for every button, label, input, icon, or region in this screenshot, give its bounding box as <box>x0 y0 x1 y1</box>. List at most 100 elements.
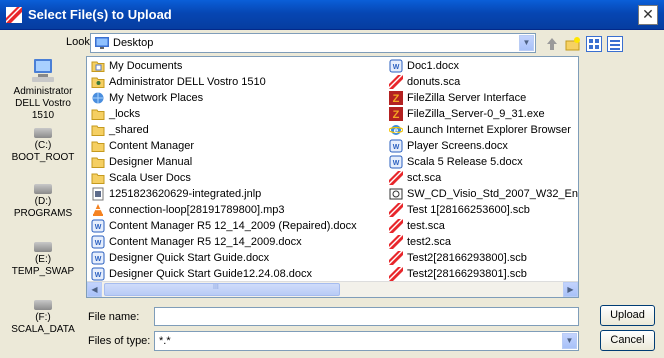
file-item[interactable]: Test 1[28166253600].scb <box>387 202 578 218</box>
file-item[interactable]: W Designer Quick Start Guide12.24.08.docx <box>89 266 383 282</box>
file-item[interactable]: W Content Manager R5 12_14_2009.docx <box>89 234 383 250</box>
look-in-dropdown[interactable]: Desktop ▼ <box>90 33 536 53</box>
disc-icon <box>389 187 403 201</box>
svg-text:W: W <box>393 160 400 167</box>
file-item[interactable]: test.sca <box>387 218 578 234</box>
drive-icon <box>34 242 52 252</box>
user-folder-icon <box>91 75 105 89</box>
place-label-line: Administrator <box>13 86 73 97</box>
folder-icon <box>91 139 105 153</box>
scala-logo-icon <box>6 7 22 23</box>
svg-text:e: e <box>394 126 399 135</box>
file-item[interactable]: Administrator DELL Vostro 1510 <box>89 74 383 90</box>
drive-icon <box>34 128 52 138</box>
scala-icon <box>389 75 403 89</box>
file-name-text: Test 1[28166253600].scb <box>407 204 530 216</box>
file-name-input[interactable] <box>154 307 579 326</box>
file-type-value: *.* <box>159 335 171 347</box>
file-name-text: My Network Places <box>109 92 204 104</box>
file-name-text: SW_CD_Visio_Std_2007_W32_English_1_P <box>407 188 579 200</box>
file-name-text: sct.sca <box>407 172 442 184</box>
file-name-text: Scala 5 Release 5.docx <box>407 156 523 168</box>
file-item[interactable]: Test2[28166293800].scb <box>387 250 578 266</box>
up-folder-icon[interactable] <box>544 36 560 52</box>
place-label-line: PROGRAMS <box>13 208 73 219</box>
file-item[interactable]: _shared <box>89 122 383 138</box>
look-in-value: Desktop <box>113 37 154 49</box>
jnlp-icon <box>91 187 105 201</box>
svg-text:W: W <box>393 144 400 151</box>
file-item[interactable]: Z FileZilla_Server-0_9_31.exe <box>387 106 578 122</box>
folder-icon <box>91 123 105 137</box>
file-item[interactable]: test2.sca <box>387 234 578 250</box>
file-item[interactable]: Content Manager <box>89 138 383 154</box>
file-item[interactable]: W Content Manager R5 12_14_2009 (Repaired… <box>89 218 383 234</box>
place-label-line: 1510 <box>31 110 55 121</box>
file-list[interactable]: My Documents Administrator DELL Vostro 15… <box>86 56 579 298</box>
word-icon: W <box>91 219 105 233</box>
word-icon: W <box>91 251 105 265</box>
file-name-text: Test2[28166293801].scb <box>407 268 527 280</box>
file-name-text: 1251823620629-integrated.jnlp <box>109 188 262 200</box>
file-item[interactable]: Z FileZilla Server Interface <box>387 90 578 106</box>
place-drive-d[interactable]: (D:) PROGRAMS <box>6 184 80 220</box>
place-drive-f[interactable]: (F:) SCALA_DATA <box>6 300 80 336</box>
place-computer[interactable]: Administrator DELL Vostro 1510 <box>6 58 80 122</box>
horizontal-scrollbar[interactable]: ◀ III ▶ <box>87 281 578 297</box>
scroll-thumb[interactable]: III <box>104 283 340 296</box>
file-item[interactable]: Designer Manual <box>89 154 383 170</box>
filezilla-icon: Z <box>389 107 403 121</box>
file-type-dropdown[interactable]: *.* ▼ <box>154 331 579 351</box>
list-view-icon[interactable] <box>586 36 603 52</box>
file-name-text: Content Manager R5 12_14_2009.docx <box>109 236 302 248</box>
svg-text:W: W <box>95 240 102 247</box>
svg-text:Z: Z <box>393 93 400 105</box>
file-item[interactable]: W Designer Quick Start Guide.docx <box>89 250 383 266</box>
file-name-text: connection-loop[28191789800].mp3 <box>109 204 285 216</box>
word-icon: W <box>389 59 403 73</box>
close-button[interactable]: ✕ <box>638 5 658 25</box>
file-item[interactable]: connection-loop[28191789800].mp3 <box>89 202 383 218</box>
scroll-right-button[interactable]: ▶ <box>563 282 578 297</box>
scroll-left-button[interactable]: ◀ <box>87 282 102 297</box>
file-name-text: Scala User Docs <box>109 172 191 184</box>
filezilla-icon: Z <box>389 91 403 105</box>
file-item[interactable]: _locks <box>89 106 383 122</box>
chevron-down-icon[interactable]: ▼ <box>562 333 577 349</box>
place-label-line: DELL Vostro <box>15 98 71 109</box>
new-folder-icon[interactable] <box>565 36 581 52</box>
computer-icon <box>32 59 54 82</box>
scala-icon <box>389 251 403 265</box>
file-item[interactable]: My Documents <box>89 58 383 74</box>
file-item[interactable]: W Doc1.docx <box>387 58 578 74</box>
file-item[interactable]: W Player Screens.docx <box>387 138 578 154</box>
file-item[interactable]: My Network Places <box>89 90 383 106</box>
file-item[interactable]: W Scala 5 Release 5.docx <box>387 154 578 170</box>
place-drive-c[interactable]: (C:) BOOT_ROOT <box>6 128 80 164</box>
drive-icon <box>34 300 52 310</box>
file-name-text: Doc1.docx <box>407 60 459 72</box>
upload-button[interactable]: Upload <box>600 305 655 326</box>
chevron-down-icon[interactable]: ▼ <box>519 35 534 51</box>
place-drive-e[interactable]: (E:) TEMP_SWAP <box>6 242 80 278</box>
network-icon <box>91 91 105 105</box>
svg-text:Z: Z <box>393 109 400 121</box>
file-name-text: Content Manager <box>109 140 194 152</box>
file-item[interactable]: SW_CD_Visio_Std_2007_W32_English_1_P <box>387 186 579 202</box>
folder-icon <box>91 107 105 121</box>
word-icon: W <box>91 267 105 281</box>
title-bar: Select File(s) to Upload ✕ <box>0 0 664 30</box>
file-item[interactable]: 1251823620629-integrated.jnlp <box>89 186 383 202</box>
file-item[interactable]: Test2[28166293801].scb <box>387 266 578 282</box>
file-name-text: test2.sca <box>407 236 452 248</box>
cancel-button[interactable]: Cancel <box>600 330 655 351</box>
file-item[interactable]: sct.sca <box>387 170 578 186</box>
file-item[interactable]: Scala User Docs <box>89 170 383 186</box>
file-item[interactable]: donuts.sca <box>387 74 578 90</box>
svg-text:W: W <box>95 256 102 263</box>
file-item[interactable]: e Launch Internet Explorer Browser <box>387 122 578 138</box>
details-view-icon[interactable] <box>607 36 624 52</box>
file-type-label: Files of type: <box>88 335 151 347</box>
file-column-2: W Doc1.docx donuts.sca Z FileZilla Server In… <box>387 58 579 297</box>
place-label-line: SCALA_DATA <box>11 324 75 335</box>
